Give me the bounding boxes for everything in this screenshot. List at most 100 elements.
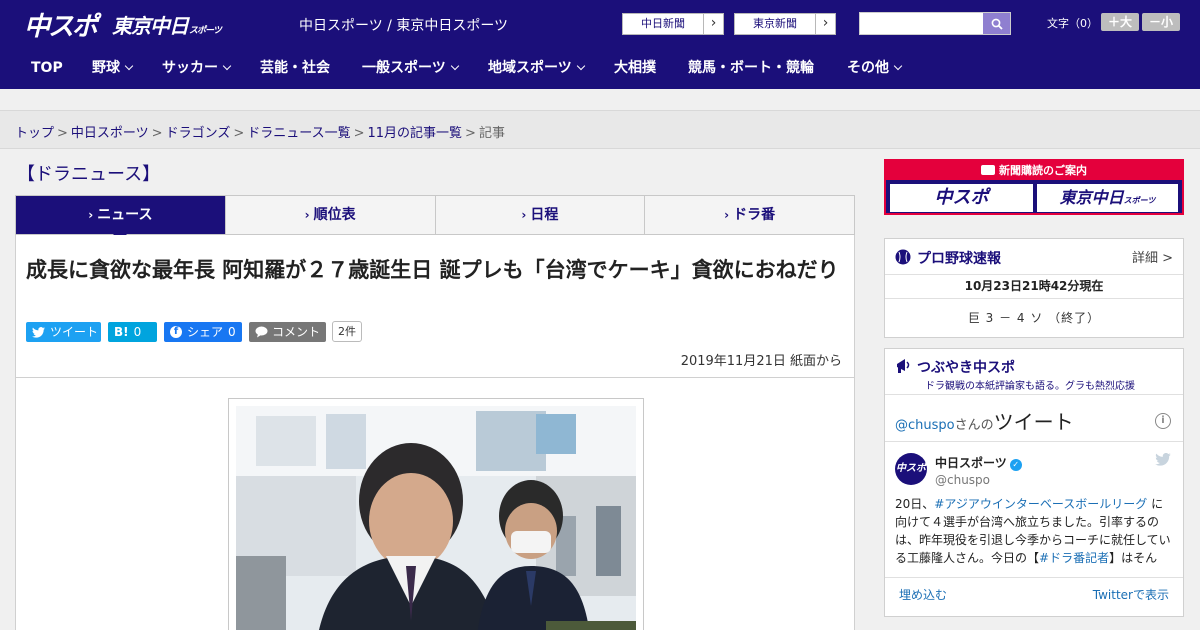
twitter-widget-header: つぶやき中スポ ドラ観戦の本紙評論家も語る。グラも熱烈応援 (885, 349, 1183, 395)
breadcrumb-separator: > (233, 126, 245, 141)
tweet-text: 20日、#アジアウインターベースボールリーグ に向けて４選手が台湾へ旅立ちました… (895, 495, 1175, 567)
main-nav: TOP 野球 サッカー 芸能・社会 一般スポーツ 地域スポーツ 大相撲 競馬・ボ… (0, 48, 1200, 89)
site-title[interactable]: 中日スポーツ / 東京中日スポーツ (299, 15, 508, 35)
nav-other[interactable]: その他 (847, 48, 903, 89)
nav-top[interactable]: TOP (31, 48, 63, 89)
facebook-icon: f (170, 326, 182, 338)
font-increase-button[interactable]: ＋大 (1101, 13, 1139, 31)
tab-dora-ban-label: ドラ番 (733, 207, 776, 223)
comment-count-badge[interactable]: 2件 (332, 321, 362, 342)
baseball-score-header: プロ野球速報 詳細 > (885, 239, 1183, 275)
tab-dora-ban[interactable]: › ドラ番 (644, 196, 854, 234)
avatar[interactable]: 中スポ (895, 453, 927, 485)
nav-general-sports-label: 一般スポーツ (362, 60, 446, 76)
tweet-text-part: 20日、 (895, 497, 935, 511)
chevron-right-icon: › (724, 208, 730, 222)
chevron-right-icon: › (703, 14, 723, 34)
baseball-score-card: プロ野球速報 詳細 > 10月23日21時42分現在 巨 3 － 4 ソ （終了… (884, 238, 1184, 338)
chevron-right-icon: › (88, 208, 94, 222)
baseball-score[interactable]: 巨 3 － 4 ソ （終了） (885, 299, 1183, 337)
tokyo-chunichi-logo-text: 東京中日 (112, 13, 189, 38)
twitter-widget: つぶやき中スポ ドラ観戦の本紙評論家も語る。グラも熱烈応援 @chuspoさんの… (884, 348, 1184, 617)
section-title: 【ドラニュース】 (17, 164, 161, 185)
top-header: 中スポ 東京中日 スポーツ 中日スポーツ / 東京中日スポーツ 中日新聞 › 東… (0, 0, 1200, 48)
breadcrumb-dragons[interactable]: ドラゴンズ (166, 126, 231, 141)
embed-link[interactable]: 埋め込む (899, 586, 947, 603)
info-icon[interactable]: i (1155, 413, 1171, 429)
chevron-right-icon: › (815, 14, 835, 34)
twitter-widget-title: つぶやき中スポ (917, 360, 1015, 376)
chunichi-shimbun-label: 中日新聞 (641, 17, 685, 30)
tokyo-chunichi-ad-logo-small: スポーツ (1123, 196, 1156, 205)
tab-news-label: ニュース (97, 207, 153, 223)
subscription-banner[interactable]: 新聞購読のご案内 中スポ 東京中日スポーツ (884, 159, 1184, 215)
tab-standings[interactable]: › 順位表 (224, 196, 435, 234)
nav-entertainment[interactable]: 芸能・社会 (260, 48, 330, 89)
tokyo-chunichi-logo-small: スポーツ (189, 26, 222, 36)
nav-racing[interactable]: 競馬・ボート・競輪 (688, 48, 814, 89)
divider (16, 377, 854, 378)
tweets-by-handle[interactable]: @chuspo (895, 418, 955, 433)
chuspo-logo[interactable]: 中スポ (24, 8, 98, 42)
breadcrumb-top[interactable]: トップ (15, 126, 54, 141)
tweet-button[interactable]: ツイート (26, 322, 101, 342)
search-icon (991, 18, 1003, 30)
chevron-down-icon (450, 61, 459, 71)
hatena-bookmark-button[interactable]: B! 0 (108, 322, 157, 342)
chevron-down-icon (124, 61, 134, 71)
font-decrease-button[interactable]: －小 (1142, 13, 1180, 31)
hatena-icon: B! (114, 325, 129, 339)
tokyo-chunichi-ad-logo: 東京中日スポーツ (1037, 184, 1178, 212)
tab-news[interactable]: › ニュース (16, 196, 225, 241)
nav-racing-label: 競馬・ボート・競輪 (688, 60, 814, 76)
breadcrumb-dora-news[interactable]: ドラニュース一覧 (247, 126, 350, 141)
search-input[interactable] (860, 13, 984, 34)
nav-regional-sports[interactable]: 地域スポーツ (488, 48, 585, 89)
subscription-banner-title: 新聞購読のご案内 (886, 161, 1182, 180)
twitter-widget-subtitle: ドラ観戦の本紙評論家も語る。グラも熱烈応援 (925, 381, 1135, 392)
tweets-by-big: ツイート (993, 410, 1074, 434)
twitter-bird-icon[interactable] (1155, 453, 1171, 466)
facebook-share-button[interactable]: f シェア 0 (164, 322, 242, 342)
tokyo-chunichi-logo[interactable]: 東京中日 スポーツ (112, 8, 222, 40)
tweet-hashtag[interactable]: #アジアウインターベースボールリーグ (934, 497, 1147, 511)
article-photo-frame (228, 398, 644, 630)
comment-button[interactable]: コメント (249, 322, 326, 342)
breadcrumb-bar: トップ > 中日スポーツ > ドラゴンズ > ドラニュース一覧 >11月の記事一覧 > 記事 (0, 110, 1200, 149)
breadcrumb-current: 記事 (478, 126, 505, 141)
nav-sumo[interactable]: 大相撲 (614, 48, 656, 89)
tab-schedule[interactable]: › 日程 (434, 196, 645, 234)
chevron-down-icon (222, 61, 232, 71)
divider (885, 441, 1183, 442)
nav-sumo-label: 大相撲 (614, 60, 656, 76)
tokyo-shimbun-link[interactable]: 東京新聞 › (734, 13, 836, 35)
baseball-details-link[interactable]: 詳細 > (1132, 247, 1173, 266)
tweet-hashtag[interactable]: #ドラ番記者 (1039, 551, 1109, 565)
tweet-author-handle[interactable]: @chuspo (935, 473, 990, 487)
nav-baseball-label: 野球 (92, 60, 120, 76)
chevron-right-icon: › (304, 208, 310, 222)
photo-illustration (236, 406, 636, 630)
chevron-down-icon (576, 61, 585, 71)
breadcrumb-separator: > (353, 126, 365, 141)
article: 成長に貪欲な最年長 阿知羅が２７歳誕生日 誕プレも「台湾でケーキ」貪欲におねだり… (15, 235, 855, 630)
nav-baseball[interactable]: 野球 (92, 48, 134, 89)
nav-general-sports[interactable]: 一般スポーツ (362, 48, 459, 89)
tweet-label: ツイート (50, 325, 99, 339)
baseball-score-title: プロ野球速報 (917, 251, 1001, 267)
chevron-down-icon (893, 61, 903, 71)
chunichi-shimbun-link[interactable]: 中日新聞 › (622, 13, 724, 35)
tweet-author-name[interactable]: 中日スポーツ ✓ (935, 454, 1022, 471)
breadcrumb-separator: > (151, 126, 163, 141)
view-on-twitter-link[interactable]: Twitterで表示 (1093, 586, 1169, 603)
breadcrumb-chuspo[interactable]: 中日スポーツ (71, 126, 149, 141)
newspaper-icon (981, 165, 995, 175)
nav-regional-sports-label: 地域スポーツ (488, 60, 572, 76)
article-photo[interactable] (236, 406, 636, 630)
nav-entertainment-label: 芸能・社会 (260, 60, 330, 76)
breadcrumb-november[interactable]: 11月の記事一覧 (368, 126, 463, 141)
hatena-count: 0 (133, 325, 142, 339)
nav-soccer[interactable]: サッカー (162, 48, 232, 89)
search-button[interactable] (983, 13, 1010, 34)
facebook-share-count: 0 (228, 325, 236, 339)
